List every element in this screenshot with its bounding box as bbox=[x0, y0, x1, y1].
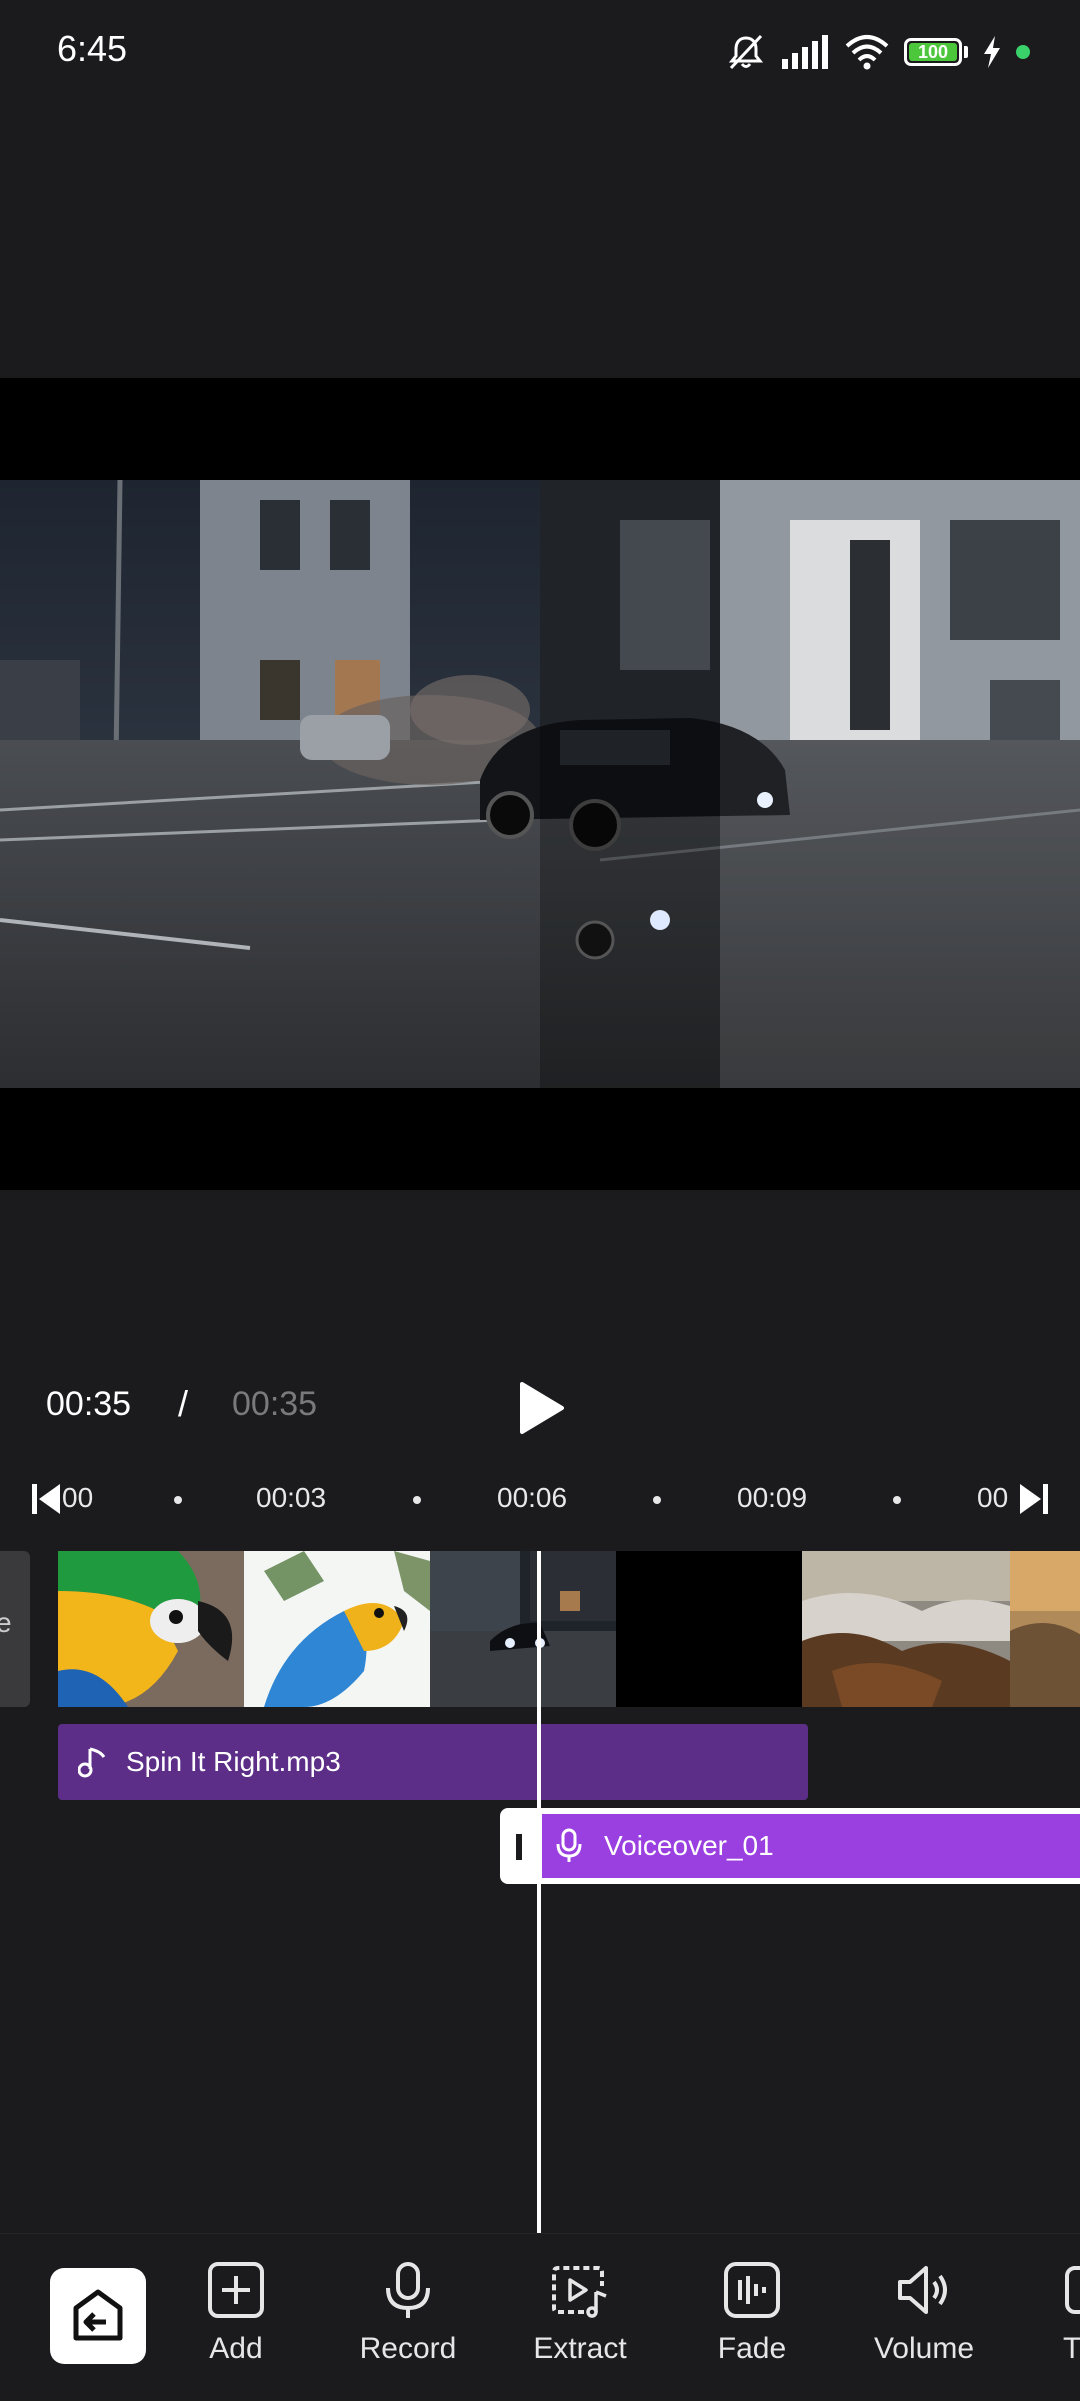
wifi-icon bbox=[845, 35, 889, 70]
microphone-icon bbox=[386, 2262, 430, 2318]
clip-thumbnail-night-car[interactable] bbox=[430, 1551, 616, 1707]
ruler-end-label: 00 bbox=[977, 1482, 1009, 1513]
previous-clip-label: e bbox=[0, 1607, 12, 1638]
ruler-start-label: 00 bbox=[62, 1482, 94, 1513]
more-tool-label: T bbox=[1063, 2332, 1080, 2365]
status-time: 6:45 bbox=[57, 28, 128, 69]
video-preview[interactable] bbox=[0, 480, 1080, 1088]
add-tool-button[interactable]: Add bbox=[161, 2260, 311, 2366]
microphone-icon bbox=[556, 1828, 582, 1862]
preview-scene bbox=[0, 480, 1080, 1088]
record-tool-label: Record bbox=[359, 2332, 457, 2365]
fade-tool-button[interactable]: Fade bbox=[677, 2260, 827, 2366]
extract-audio-icon bbox=[552, 2266, 607, 2318]
previous-clip[interactable]: e bbox=[0, 1551, 30, 1707]
battery-icon: 100 bbox=[904, 38, 968, 66]
battery-level: 100 bbox=[917, 42, 949, 62]
clip-thumbnail-sunset-rocks[interactable] bbox=[802, 1551, 1010, 1707]
music-note-icon bbox=[78, 1747, 106, 1778]
ruler-dot bbox=[653, 1496, 661, 1504]
mute-icon bbox=[728, 34, 764, 70]
exit-editor-icon bbox=[73, 2289, 123, 2341]
charging-icon bbox=[984, 36, 1000, 68]
ruler-dot bbox=[413, 1496, 421, 1504]
more-tool-button[interactable]: T bbox=[1021, 2260, 1080, 2366]
ruler-dot bbox=[174, 1496, 182, 1504]
ruler-dot bbox=[893, 1496, 901, 1504]
signal-icon bbox=[782, 35, 828, 69]
ruler-mark: 00:03 bbox=[256, 1482, 327, 1513]
record-tool-button[interactable]: Record bbox=[333, 2260, 483, 2366]
trim-handle-left[interactable] bbox=[516, 1834, 522, 1860]
skip-to-start-icon[interactable] bbox=[32, 1482, 62, 1516]
fade-icon bbox=[724, 2262, 780, 2318]
volume-icon bbox=[898, 2266, 947, 2314]
ruler-mark: 00:06 bbox=[497, 1482, 568, 1513]
add-tool-label: Add bbox=[209, 2332, 263, 2365]
voiceover-track[interactable]: Voiceover_01 bbox=[500, 1808, 1080, 1884]
music-track[interactable]: Spin It Right.mp3 bbox=[58, 1724, 808, 1800]
time-ruler[interactable]: 00 00:03 00:06 00:09 00 bbox=[0, 1478, 1080, 1520]
play-button[interactable] bbox=[512, 1380, 568, 1436]
plus-square-icon bbox=[208, 2262, 264, 2318]
privacy-indicator-dot bbox=[1016, 45, 1030, 59]
time-separator: / bbox=[178, 1383, 189, 1424]
volume-tool-button[interactable]: Volume bbox=[849, 2260, 999, 2366]
video-clip-strip[interactable] bbox=[58, 1551, 1080, 1707]
total-time: 00:35 bbox=[232, 1385, 318, 1423]
status-icons: 100 bbox=[726, 30, 1030, 74]
volume-tool-label: Volume bbox=[873, 2332, 975, 2365]
extract-tool-button[interactable]: Extract bbox=[505, 2260, 655, 2366]
clip-thumbnail-macaw[interactable] bbox=[58, 1551, 244, 1707]
clip-thumbnail-blue-parrot[interactable] bbox=[244, 1551, 430, 1707]
clip-thumbnail-black[interactable] bbox=[616, 1551, 802, 1707]
fade-tool-label: Fade bbox=[717, 2332, 787, 2365]
clip-thumbnail-sunset-waves[interactable] bbox=[1010, 1551, 1080, 1707]
current-time: 00:35 bbox=[46, 1385, 132, 1423]
extract-tool-label: Extract bbox=[533, 2332, 627, 2365]
voiceover-track-label: Voiceover_01 bbox=[604, 1830, 774, 1861]
music-track-label: Spin It Right.mp3 bbox=[126, 1746, 341, 1777]
back-button[interactable] bbox=[50, 2268, 146, 2364]
skip-to-end-icon[interactable] bbox=[1018, 1482, 1048, 1516]
more-tool-icon bbox=[1065, 2266, 1080, 2314]
playhead[interactable] bbox=[537, 1551, 541, 2233]
ruler-mark: 00:09 bbox=[737, 1482, 808, 1513]
